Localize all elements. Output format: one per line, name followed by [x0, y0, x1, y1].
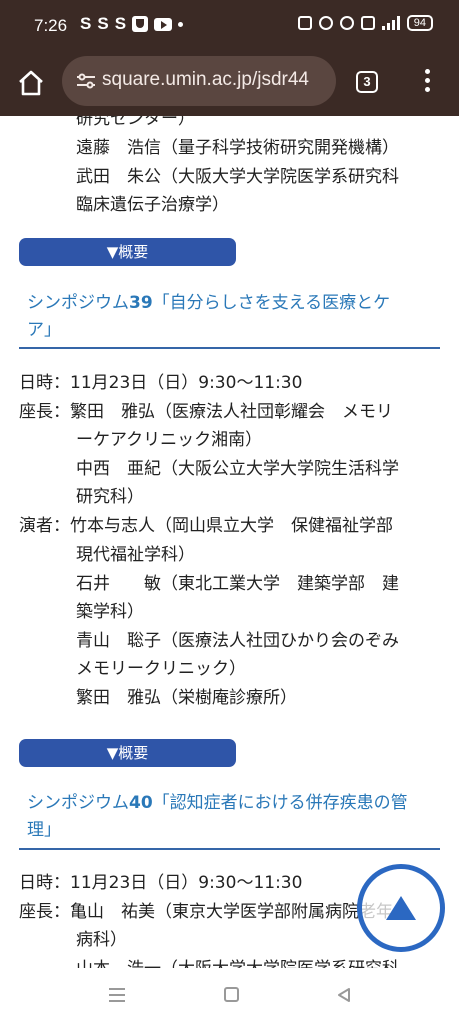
chair-line: 座長：繁田 雅弘（医療法人社団彰耀会 メモリ [19, 402, 393, 422]
more-notifications-dot-icon [178, 21, 184, 27]
system-icons: 94 [297, 15, 433, 31]
status-time: 7:26 [34, 16, 68, 35]
tab-switcher-button[interactable]: 3 [356, 71, 378, 93]
notification-s-icon: S [97, 14, 109, 33]
speaker-line: 現代福祉学科） [76, 545, 195, 565]
chair-line: 病科） [76, 930, 127, 950]
notification-s-icon: S [114, 14, 127, 33]
browser-toolbar: square.umin.ac.jp/jsdr44 3 [0, 50, 459, 116]
schedule-line: 日時：11月23日（日）9:30～11:30 [19, 373, 303, 393]
battery-icon: 94 [406, 15, 433, 31]
chair-line: 中西 亜紀（大阪公立大学大学院生活科学 [76, 459, 399, 479]
chair-line: ーケアクリニック湘南） [76, 430, 263, 450]
overview-toggle-button[interactable]: ▼概要 [19, 739, 236, 767]
alarm-icon [318, 16, 333, 30]
scroll-to-top-button[interactable] [357, 864, 445, 952]
arrow-up-icon [386, 896, 416, 920]
symposium-39-title[interactable]: シンポジウム39「自分らしさを支える医療とケ [27, 290, 390, 317]
speaker-line: 築学科） [76, 602, 144, 622]
chair-line: 山本 浩一（大阪大学大学院医学系研究科 [76, 958, 399, 968]
url-text: square.umin.ac.jp/jsdr44 [102, 69, 309, 90]
symposium-39-title-line2[interactable]: ア」 [27, 317, 61, 344]
nav-home-icon[interactable] [224, 987, 239, 1002]
notification-s-icon: S [80, 14, 92, 33]
shield-icon [132, 16, 149, 32]
schedule-line: 日時：11月23日（日）9:30～11:30 [19, 873, 303, 893]
status-bar: 7:26 S S S 94 [0, 0, 459, 50]
speaker-line: 繁田 雅弘（栄樹庵診療所） [76, 688, 297, 708]
url-bar[interactable]: square.umin.ac.jp/jsdr44 [62, 56, 336, 106]
speaker-line: 青山 聡子（医療法人社団ひかり会のぞみ [76, 631, 399, 651]
symposium-40-title-line2[interactable]: 理」 [27, 817, 61, 844]
nfc-icon [297, 16, 312, 30]
more-vert-icon[interactable] [420, 69, 434, 97]
divider [19, 848, 440, 850]
page-content: 研究センター） 遠藤 浩信（量子科学技術研究開発機構） 武田 朱公（大阪大学大学… [0, 116, 459, 968]
symposium-40-title[interactable]: シンポジウム40「認知症者における併存疾患の管 [27, 790, 408, 817]
home-icon[interactable] [16, 68, 46, 98]
system-nav-bar [0, 968, 459, 1024]
bluetooth-icon [339, 16, 354, 30]
recent-apps-icon[interactable] [109, 988, 125, 1002]
text-line: 研究センター） [76, 116, 195, 129]
volte-icon [360, 16, 375, 30]
speaker-line: 石井 敏（東北工業大学 建築学部 建 [76, 574, 399, 594]
overview-toggle-button[interactable]: ▼概要 [19, 238, 236, 266]
divider [19, 347, 440, 349]
text-line: 臨床遺伝子治療学） [76, 195, 229, 215]
text-line: 武田 朱公（大阪大学大学院医学系研究科 [76, 167, 399, 187]
signal-icon [381, 16, 400, 30]
notification-icons: S S S [80, 14, 184, 34]
chair-line: 研究科） [76, 487, 144, 507]
tune-icon[interactable] [76, 73, 96, 89]
chair-line: 座長：亀山 祐美（東京大学医学部附属病院老年 [19, 902, 393, 922]
text-line: 遠藤 浩信（量子科学技術研究開発機構） [76, 138, 399, 158]
back-icon[interactable] [336, 987, 352, 1007]
speaker-line: メモリークリニック） [76, 659, 246, 679]
youtube-icon [154, 17, 173, 31]
speaker-line: 演者：竹本与志人（岡山県立大学 保健福祉学部 [19, 516, 393, 536]
